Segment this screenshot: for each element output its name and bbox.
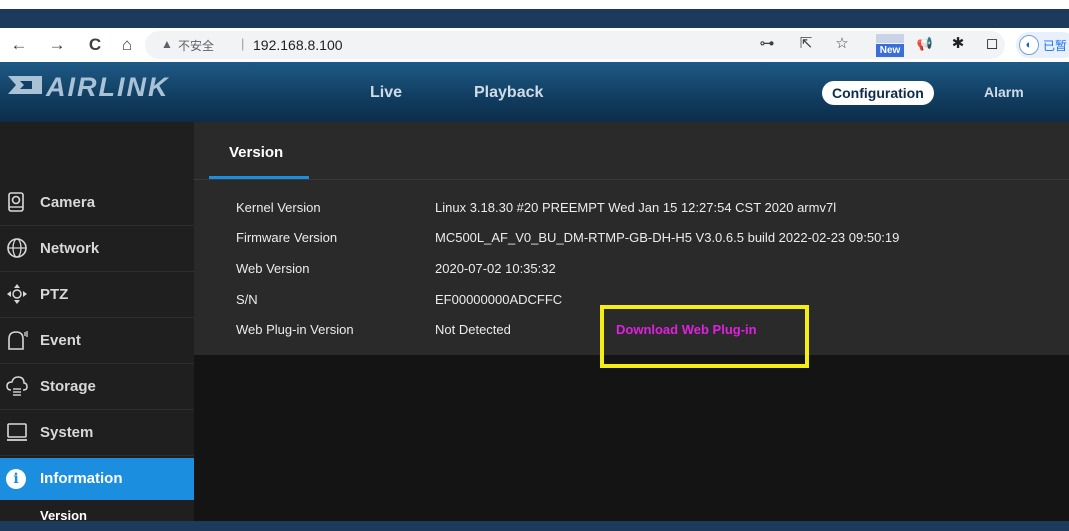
window-top-strip xyxy=(0,0,1069,9)
firmware-version-label: Firmware Version xyxy=(236,230,338,245)
browser-tab-strip xyxy=(0,9,1069,28)
back-button[interactable]: ← xyxy=(8,33,30,57)
sidebar-item-storage[interactable]: Storage xyxy=(0,364,194,410)
camera-icon xyxy=(8,192,24,212)
nav-alarm[interactable]: Alarm xyxy=(984,84,1024,100)
tab-label: Version xyxy=(229,144,284,161)
sidebar-item-label: Event xyxy=(40,332,81,349)
sidebar-item-ptz[interactable]: PTZ xyxy=(0,272,194,318)
nav-playback[interactable]: Playback xyxy=(474,84,543,102)
sidebar: Camera Network PTZ Event Storage System … xyxy=(0,122,204,523)
window-icon[interactable]: ◻ xyxy=(982,33,1002,55)
warning-icon[interactable]: ▲ xyxy=(161,37,173,51)
url-separator: | xyxy=(241,36,245,51)
bottom-bar xyxy=(0,521,1069,531)
storage-icon xyxy=(6,376,28,396)
reload-button[interactable]: C xyxy=(84,33,106,57)
info-icon: i xyxy=(6,469,26,489)
home-button[interactable]: ⌂ xyxy=(116,33,138,57)
new-badge-top xyxy=(876,34,904,43)
sidebar-item-information[interactable]: i Information xyxy=(0,458,204,500)
sidebar-item-label: Storage xyxy=(40,378,96,395)
sidebar-item-label: Network xyxy=(40,240,100,257)
nav-live[interactable]: Live xyxy=(370,84,402,102)
new-extension-icon[interactable]: New xyxy=(876,32,904,58)
new-badge-label: New xyxy=(876,44,904,57)
profile-label: 已暂 xyxy=(1043,39,1068,53)
system-icon xyxy=(7,423,27,441)
main-content: Version Kernel Version Linux 3.18.30 #20… xyxy=(194,122,1069,521)
highlight-box xyxy=(600,305,809,368)
tab-version[interactable]: Version xyxy=(209,122,309,180)
sidebar-item-label: PTZ xyxy=(40,286,69,303)
airlink-logo: AIRLINK xyxy=(8,72,238,102)
web-version-label: Web Version xyxy=(236,261,310,276)
forward-button[interactable]: → xyxy=(46,33,68,57)
avatar: ◐ xyxy=(1019,35,1039,55)
ptz-icon xyxy=(7,284,27,304)
network-icon xyxy=(7,238,27,258)
puzzle-icon[interactable]: ✱ xyxy=(948,33,968,55)
sidebar-item-label: System xyxy=(40,424,94,441)
kernel-version-value: Linux 3.18.30 #20 PREEMPT Wed Jan 15 12:… xyxy=(435,200,837,215)
sidebar-item-event[interactable]: Event xyxy=(0,318,194,364)
profile-button[interactable]: ◐ 已暂 xyxy=(1016,32,1069,58)
version-panel: Version Kernel Version Linux 3.18.30 #20… xyxy=(194,122,1069,368)
kernel-version-label: Kernel Version xyxy=(236,200,321,215)
megaphone-icon[interactable]: 📢 xyxy=(914,33,936,55)
password-key-icon[interactable]: ⊶ xyxy=(757,33,777,55)
nav-configuration[interactable]: Configuration xyxy=(822,81,934,105)
browser-address-bar: ← → C ⌂ ▲ 不安全 | 192.168.8.100 ⊶ ⇱ ☆ New … xyxy=(0,28,1069,62)
panel-divider xyxy=(194,179,1069,180)
insecure-label[interactable]: 不安全 xyxy=(178,37,214,54)
url-text[interactable]: 192.168.8.100 xyxy=(253,37,343,53)
plugin-version-label: Web Plug-in Version xyxy=(236,322,354,337)
app-header: AIRLINK Live Playback Configuration Alar… xyxy=(0,62,1069,122)
sidebar-item-camera[interactable]: Camera xyxy=(0,180,194,226)
serial-number-label: S/N xyxy=(236,292,258,307)
share-icon[interactable]: ⇱ xyxy=(796,33,816,55)
logo-mark-icon xyxy=(8,76,42,94)
sidebar-item-label: Information xyxy=(40,470,123,487)
event-icon xyxy=(8,331,28,350)
web-version-value: 2020-07-02 10:35:32 xyxy=(435,261,556,276)
logo-text: AIRLINK xyxy=(46,72,170,102)
serial-number-value: EF00000000ADCFFC xyxy=(435,292,563,307)
sidebar-item-system[interactable]: System xyxy=(0,410,194,456)
sidebar-item-network[interactable]: Network xyxy=(0,226,194,272)
bookmark-star-icon[interactable]: ☆ xyxy=(832,33,852,55)
plugin-version-value: Not Detected xyxy=(435,322,511,337)
sidebar-item-label: Camera xyxy=(40,194,96,211)
firmware-version-value: MC500L_AF_V0_BU_DM-RTMP-GB-DH-H5 V3.0.6.… xyxy=(435,230,900,245)
